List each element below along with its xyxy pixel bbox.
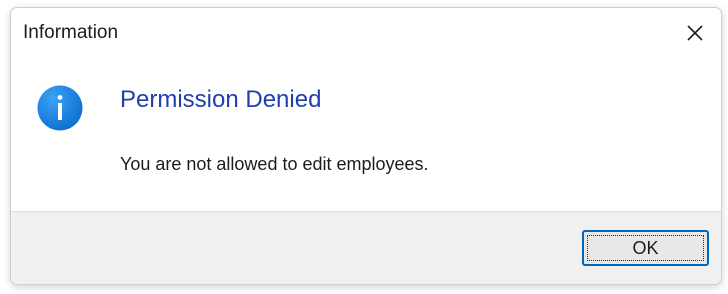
ok-button-label: OK [632,237,659,258]
dialog-heading: Permission Denied [120,86,322,113]
close-icon [687,25,703,41]
dialog-content: Permission Denied You are not allowed to… [11,58,721,208]
close-button[interactable] [669,8,721,58]
info-icon [37,85,83,131]
message-dialog: Information Permission Denied You are no… [10,7,722,285]
ok-button[interactable]: OK [582,230,709,266]
title-bar: Information [11,8,721,58]
dialog-footer: OK [11,211,721,284]
dialog-title: Information [23,22,119,43]
dialog-message: You are not allowed to edit employees. [120,154,429,174]
